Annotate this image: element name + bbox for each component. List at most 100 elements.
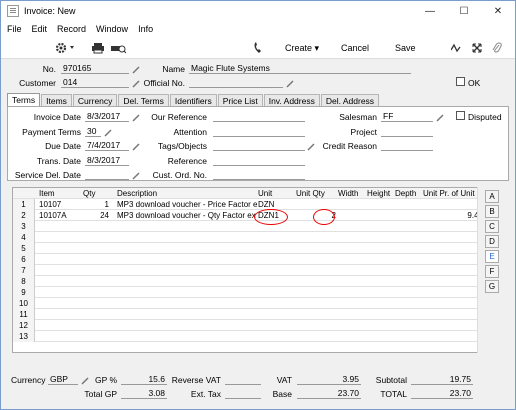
side-tab-g[interactable]: G bbox=[485, 280, 499, 293]
toolbar: Create ▾ Cancel Save bbox=[1, 37, 515, 59]
side-tab-b[interactable]: B bbox=[485, 205, 499, 218]
paste-icon[interactable] bbox=[436, 114, 444, 122]
attention-field[interactable] bbox=[213, 126, 305, 137]
cell-desc[interactable]: MP3 download voucher - Qty Factor ex bbox=[117, 210, 257, 221]
table-row[interactable]: 6 bbox=[13, 254, 485, 265]
total-gp-value: 3.08 bbox=[121, 388, 167, 399]
cell-qty[interactable]: 1 bbox=[65, 199, 109, 210]
cust-ord-no-field[interactable] bbox=[213, 169, 305, 180]
paste-icon[interactable] bbox=[132, 143, 140, 151]
activity-icon[interactable] bbox=[451, 40, 461, 56]
base-value: 23.70 bbox=[297, 388, 361, 399]
cell-unit[interactable]: DZN bbox=[258, 199, 294, 210]
official-no-field[interactable] bbox=[189, 77, 283, 88]
chevron-down-icon: ▾ bbox=[314, 42, 320, 53]
table-row[interactable]: 10 bbox=[13, 298, 485, 309]
tags-objects-field[interactable] bbox=[213, 140, 305, 151]
table-row[interactable]: 4 bbox=[13, 232, 485, 243]
menu-edit[interactable]: Edit bbox=[32, 24, 48, 34]
name-field[interactable]: Magic Flute Systems bbox=[189, 63, 411, 74]
paste-icon[interactable] bbox=[132, 114, 140, 122]
paste-icon[interactable] bbox=[104, 129, 112, 137]
gear-icon[interactable] bbox=[55, 40, 77, 56]
due-date-label: Due Date bbox=[45, 141, 81, 151]
table-row[interactable]: 1 10107 1 MP3 download voucher - Price Fact… bbox=[13, 199, 485, 210]
ok-checkbox[interactable] bbox=[456, 77, 465, 86]
currency-label: Currency bbox=[11, 375, 46, 385]
side-tab-c[interactable]: C bbox=[485, 220, 499, 233]
table-row[interactable]: 8 bbox=[13, 276, 485, 287]
row-number: 7 bbox=[13, 265, 35, 276]
our-reference-field[interactable] bbox=[213, 111, 305, 122]
side-tab-f[interactable]: F bbox=[485, 265, 499, 278]
paste-icon[interactable] bbox=[307, 143, 315, 151]
payment-terms-label: Payment Terms bbox=[22, 127, 81, 137]
cell-qty[interactable]: 24 bbox=[65, 210, 109, 221]
customer-field[interactable]: 014 bbox=[61, 77, 129, 88]
ext-tax-value bbox=[225, 388, 261, 399]
maximize-button[interactable]: ☐ bbox=[447, 1, 481, 21]
row-number: 1 bbox=[13, 199, 35, 210]
row-number: 12 bbox=[13, 320, 35, 331]
disputed-checkbox[interactable] bbox=[456, 111, 465, 120]
col-unit-qty: Unit Qty bbox=[296, 189, 325, 198]
save-button[interactable]: Save bbox=[395, 40, 416, 56]
close-button[interactable]: ✕ bbox=[481, 1, 515, 21]
table-row[interactable]: 12 bbox=[13, 320, 485, 331]
gp-percent-label: GP % bbox=[94, 375, 117, 385]
side-tab-e[interactable]: E bbox=[485, 250, 499, 263]
minimize-button[interactable]: — bbox=[413, 1, 447, 21]
tab-terms[interactable]: Terms bbox=[7, 93, 41, 107]
cust-ord-no-label: Cust. Ord. No. bbox=[152, 170, 207, 180]
row-number: 2 bbox=[13, 210, 35, 221]
menu-record[interactable]: Record bbox=[57, 24, 86, 34]
phone-icon[interactable] bbox=[253, 40, 263, 56]
expand-icon[interactable] bbox=[472, 40, 482, 56]
print-preview-icon[interactable] bbox=[111, 40, 127, 56]
cancel-button[interactable]: Cancel bbox=[341, 40, 369, 56]
create-label: Create bbox=[285, 43, 313, 53]
side-tab-d[interactable]: D bbox=[485, 235, 499, 248]
title-bar: Invoice: New — ☐ ✕ bbox=[1, 1, 515, 21]
side-tab-a[interactable]: A bbox=[485, 190, 499, 203]
currency-field[interactable]: GBP bbox=[48, 374, 78, 385]
official-no-label: Official No. bbox=[143, 78, 185, 88]
table-row[interactable]: 2 10107A 24 MP3 download voucher - Qty Fact… bbox=[13, 210, 485, 221]
service-del-date-field[interactable] bbox=[85, 169, 129, 180]
paste-icon[interactable] bbox=[132, 172, 140, 180]
salesman-field[interactable]: FF bbox=[381, 111, 433, 122]
row-number: 13 bbox=[13, 331, 35, 342]
credit-reason-field[interactable] bbox=[381, 140, 433, 151]
menu-info[interactable]: Info bbox=[138, 24, 153, 34]
payment-terms-field[interactable]: 30 bbox=[85, 126, 101, 137]
paste-icon[interactable] bbox=[286, 80, 294, 88]
table-row[interactable]: 9 bbox=[13, 287, 485, 298]
paste-icon[interactable] bbox=[81, 377, 89, 385]
ok-label: OK bbox=[468, 78, 481, 88]
cell-price[interactable]: 9.48 bbox=[423, 210, 483, 221]
cell-desc[interactable]: MP3 download voucher - Price Factor ex bbox=[117, 199, 257, 210]
col-qty: Qty bbox=[83, 189, 96, 198]
attachment-icon[interactable] bbox=[492, 40, 502, 56]
print-icon[interactable] bbox=[92, 40, 104, 56]
table-row[interactable]: 3 bbox=[13, 221, 485, 232]
row-number: 4 bbox=[13, 232, 35, 243]
menu-file[interactable]: File bbox=[7, 24, 22, 34]
menu-window[interactable]: Window bbox=[96, 24, 128, 34]
project-field[interactable] bbox=[381, 126, 433, 137]
invoice-date-field[interactable]: 8/3/2017 bbox=[85, 111, 129, 122]
trans-date-field[interactable]: 8/3/2017 bbox=[85, 155, 129, 166]
paste-icon[interactable] bbox=[132, 66, 140, 74]
table-row[interactable]: 7 bbox=[13, 265, 485, 276]
table-row[interactable]: 5 bbox=[13, 243, 485, 254]
reference-field[interactable] bbox=[213, 155, 305, 166]
window-title: Invoice: New bbox=[24, 6, 76, 16]
create-button[interactable]: Create ▾ bbox=[285, 40, 319, 56]
row-number: 9 bbox=[13, 287, 35, 298]
paste-icon[interactable] bbox=[132, 80, 140, 88]
due-date-field[interactable]: 7/4/2017 bbox=[85, 140, 129, 151]
table-row[interactable]: 11 bbox=[13, 309, 485, 320]
no-field[interactable]: 970165 bbox=[61, 63, 129, 74]
reference-label: Reference bbox=[167, 156, 207, 166]
table-row[interactable]: 13 bbox=[13, 331, 485, 342]
